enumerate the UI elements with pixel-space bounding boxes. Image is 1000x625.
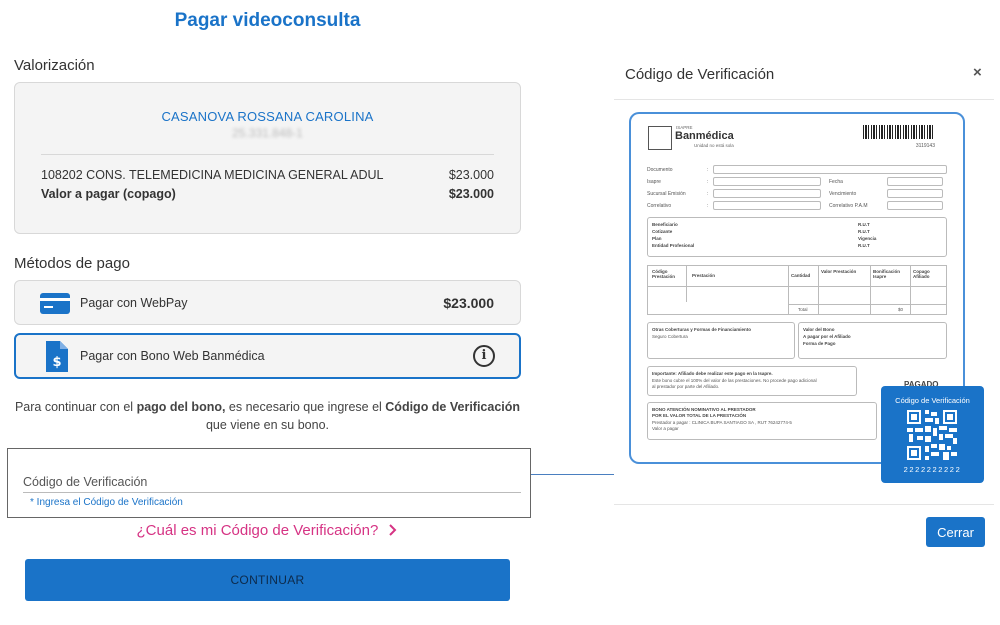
qr-verification-badge: Código de Verificación 2222222222 [881,386,984,483]
doc-field: Isapre: [647,177,821,186]
payment-panel: Pagar videoconsulta Valorización CASANOV… [0,0,535,625]
other-coverage-block: Otras Coberturas y Formas de Financiamie… [647,322,795,359]
doctor-name: CASANOVA ROSSANA CAROLINA [161,109,374,124]
total-amount: $23.000 [448,187,494,201]
doctor-rut: 25.331.848-1 [232,126,303,140]
doc-field: Correlativo P.A.M [829,201,943,210]
brand-name: Banmédica [675,130,734,142]
nominative-block: BONO ATENCIÓN NOMINATIVO AL PRESTADOR PO… [647,402,877,440]
line-item: 108202 CONS. TELEMEDICINA MEDICINA GENER… [41,168,494,182]
qr-code-icon [907,410,957,460]
valorizacion-card: CASANOVA ROSSANA CAROLINA 25.331.848-1 1… [14,82,521,234]
qr-title: Código de Verificación [895,396,970,405]
bono-label: Pagar con Bono Web Banmédica [80,349,265,363]
valorizacion-heading: Valorización [14,57,95,74]
pay-bono-option[interactable]: $ Pagar con Bono Web Banmédica i [14,333,521,379]
doc-field: Vencimiento [829,189,943,198]
isapre-logo-icon [648,126,672,150]
webpay-amount: $23.000 [443,294,494,311]
divider [41,154,494,155]
webpay-label: Pagar con WebPay [80,295,188,310]
doc-field: Documento: [647,165,947,174]
page-title: Pagar videoconsulta [174,10,361,31]
total-row: Valor a pagar (copago) $23.000 [41,187,494,201]
info-icon[interactable]: i [473,345,495,367]
beneficiary-block: Beneficiario Cotizante Plan Entidad Prof… [647,217,947,257]
doc-field: Sucursal Emisión: [647,189,821,198]
doc-field: Fecha [829,177,943,186]
close-button[interactable]: Cerrar [926,517,985,547]
doc-field: Correlativo: [647,201,821,210]
bono-value-block: Valor del Bono A pagar por el Afiliado F… [798,322,947,359]
verification-code-box: * Ingresa el Código de Verificación [7,448,531,518]
svg-text:$: $ [52,355,61,370]
instructions-text: Para continuar con el pago del bono, es … [14,400,521,432]
brand-slogan: Unidad no está sola [694,143,734,148]
prestaciones-table: Código Prestación Prestación Cantidad Va… [647,265,947,315]
barcode-icon [863,125,935,139]
divider [614,99,994,100]
important-block: Importante: Afiliado debe realizar este … [647,366,857,396]
line-item-amount: $23.000 [448,168,494,182]
divider [614,504,994,505]
line-item-label: 108202 CONS. TELEMEDICINA MEDICINA GENER… [41,168,384,182]
chevron-right-icon [389,524,397,536]
verification-modal: Código de Verificación × ISAPRE Banmédic… [614,50,1000,625]
document-dollar-icon: $ [46,341,68,372]
credit-card-icon [40,293,70,314]
barcode-number: 3119143 [915,143,935,149]
pay-webpay-option[interactable]: Pagar con WebPay $23.000 [14,280,521,325]
verification-code-hint: * Ingresa el Código de Verificación [30,497,183,508]
qr-code-number: 2222222222 [903,465,962,474]
metodos-heading: Métodos de pago [14,255,130,272]
modal-title: Código de Verificación [625,66,775,83]
help-link[interactable]: ¿Cuál es mi Código de Verificación? [0,522,535,539]
verification-code-input[interactable] [23,471,521,493]
close-icon[interactable]: × [973,64,982,81]
total-label: Valor a pagar (copago) [41,187,176,201]
continue-button[interactable]: CONTINUAR [25,559,510,601]
